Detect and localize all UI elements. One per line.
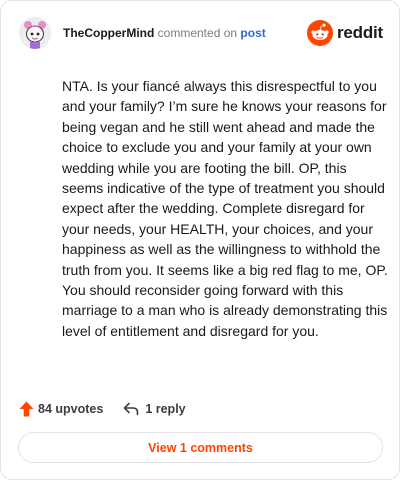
comment-byline: TheCopperMind commented on post [63, 26, 266, 40]
comment-text: NTA. Is your fiancé always this disrespe… [62, 78, 388, 339]
upvote-arrow-icon [19, 401, 34, 417]
reply-button[interactable]: 1 reply [123, 402, 186, 416]
comment-header: TheCopperMind commented on post reddit [19, 17, 383, 51]
reddit-logo[interactable]: reddit [306, 19, 383, 47]
upvote-count: 84 upvotes [38, 402, 104, 416]
avatar-icon [19, 17, 51, 49]
reddit-snoo-icon [306, 20, 333, 46]
post-link[interactable]: post [240, 26, 265, 40]
view-comments-button[interactable]: View 1 comments [18, 432, 383, 463]
reply-count: 1 reply [145, 402, 186, 416]
user-avatar[interactable] [19, 17, 51, 49]
comment-card: TheCopperMind commented on post reddit N… [0, 0, 400, 480]
reply-arrow-icon [124, 402, 139, 416]
comment-actions: 84 upvotes 1 reply [19, 399, 186, 419]
upvote-button[interactable]: 84 upvotes [19, 401, 103, 417]
commented-on-text: commented on [157, 26, 238, 40]
username-link[interactable]: TheCopperMind [63, 26, 154, 40]
reddit-wordmark: reddit [336, 23, 383, 42]
